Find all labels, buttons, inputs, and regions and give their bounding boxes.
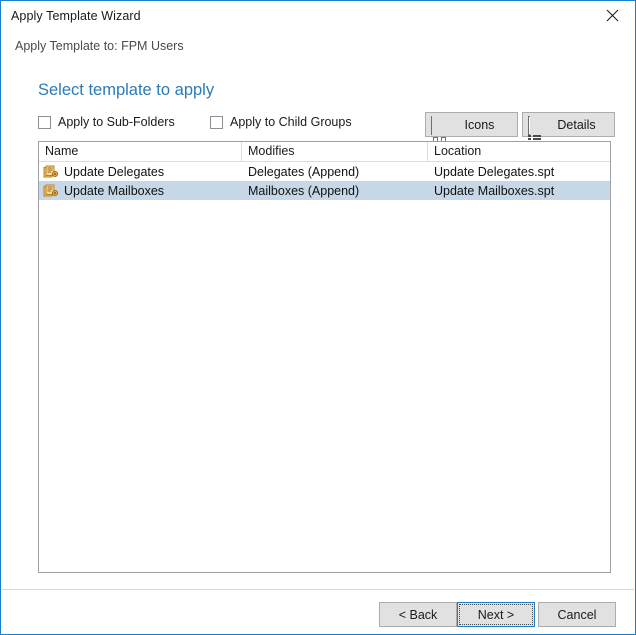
column-header-location[interactable]: Location [428,142,610,161]
cancel-button[interactable]: Cancel [538,602,616,627]
close-button[interactable] [589,1,635,29]
window-title: Apply Template Wizard [11,8,141,23]
apply-to-child-groups-checkbox[interactable]: Apply to Child Groups [210,115,352,129]
template-list[interactable]: Name Modifies Location Update Delegates … [38,141,611,573]
apply-template-wizard-window: Apply Template Wizard Apply Template to:… [0,0,636,635]
checkbox-box [210,115,223,129]
details-view-label: Details [557,117,596,132]
row-name-text: Update Delegates [64,164,165,179]
title-bar: Apply Template Wizard [1,1,635,30]
list-header: Name Modifies Location [39,142,610,162]
row-name-text: Update Mailboxes [64,183,165,198]
apply-to-child-groups-label: Apply to Child Groups [230,115,352,129]
apply-template-target-label: Apply Template to: FPM Users [15,39,184,53]
row-location-cell: Update Delegates.spt [434,164,555,179]
checkbox-box [38,115,51,129]
page-title: Select template to apply [38,81,215,99]
column-header-name[interactable]: Name [39,142,242,161]
next-button[interactable]: Next > [457,602,535,627]
column-header-modifies[interactable]: Modifies [242,142,428,161]
apply-to-sub-folders-checkbox[interactable]: Apply to Sub-Folders [38,115,175,129]
row-name-cell: Update Mailboxes [39,184,242,198]
close-icon [606,9,619,22]
icons-view-icon [431,115,448,160]
row-name-cell: Update Delegates [39,165,242,179]
apply-to-sub-folders-label: Apply to Sub-Folders [58,115,175,129]
template-document-stack-icon [43,184,59,198]
table-row[interactable]: Update Delegates Delegates (Append) Upda… [39,162,610,181]
list-body: Update Delegates Delegates (Append) Upda… [39,162,610,200]
footer-separator [2,589,634,590]
table-row[interactable]: Update Mailboxes Mailboxes (Append) Upda… [39,181,610,200]
row-location-cell: Update Mailboxes.spt [434,183,555,198]
row-modifies-cell: Mailboxes (Append) [248,183,360,198]
template-document-stack-icon [43,165,59,179]
next-button-label: Next > [477,607,515,622]
back-button[interactable]: < Back [379,602,457,627]
icons-view-label: Icons [464,117,495,132]
row-modifies-cell: Delegates (Append) [248,164,360,179]
icons-view-button[interactable]: Icons [425,112,518,160]
details-view-icon [528,115,545,162]
details-view-button[interactable]: Details [522,112,615,162]
